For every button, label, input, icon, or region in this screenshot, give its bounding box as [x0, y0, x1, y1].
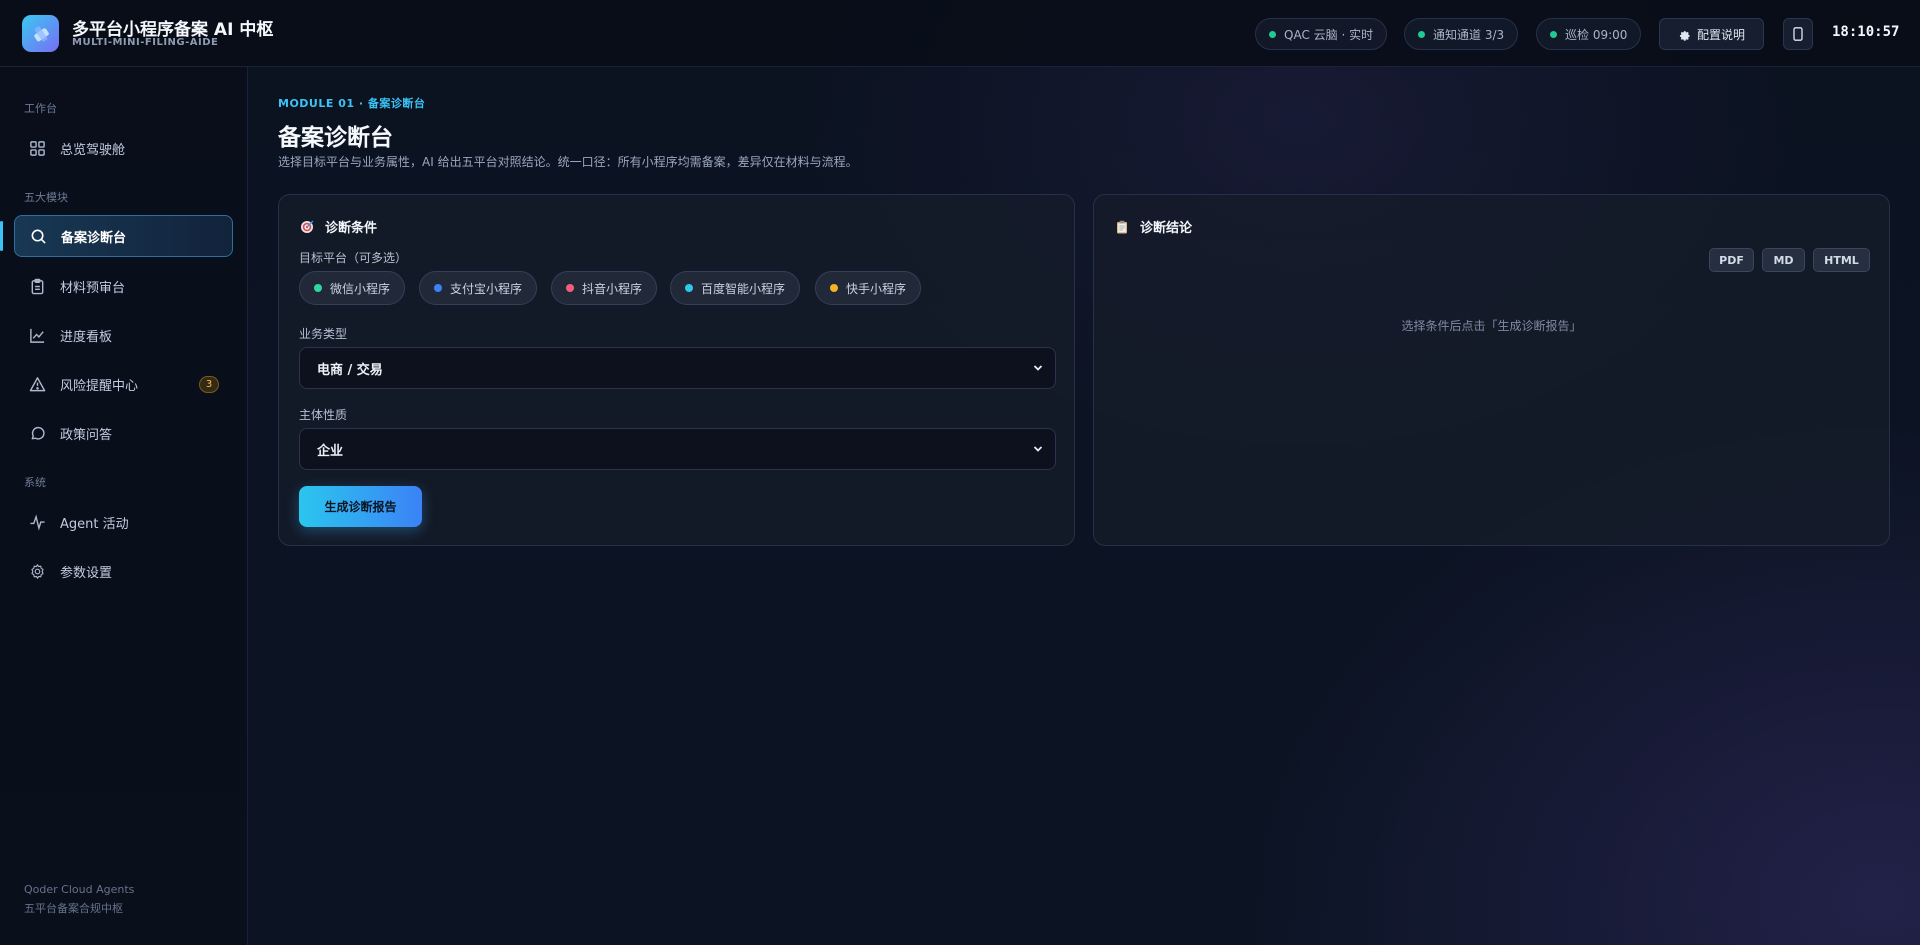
app-subtitle: MULTI-MINI-FILING-AIDE — [72, 37, 219, 48]
export-html-button[interactable]: HTML — [1813, 248, 1870, 272]
sidebar-item-policy-qa[interactable]: 政策问答 — [14, 412, 233, 454]
business-type-select[interactable]: 电商 / 交易 — [299, 347, 1056, 389]
warning-icon — [28, 375, 46, 393]
export-md-button[interactable]: MD — [1762, 248, 1805, 272]
platform-chip-alipay[interactable]: 支付宝小程序 — [419, 271, 538, 305]
sidebar-footer-line2: 五平台备案合规中枢 — [24, 902, 123, 915]
export-pdf-button[interactable]: PDF — [1709, 248, 1754, 272]
platform-chip-baidu[interactable]: 百度智能小程序 — [670, 271, 801, 305]
sidebar-item-agent-activity[interactable]: Agent 活动 — [14, 501, 233, 543]
gear-icon — [28, 562, 46, 580]
platform-dot-icon — [685, 284, 693, 292]
status-dot-icon — [1418, 30, 1425, 38]
platform-chip-wechat[interactable]: 微信小程序 — [299, 271, 406, 305]
page-title: 备案诊断台 — [278, 125, 393, 151]
status-dot-icon — [1269, 30, 1276, 38]
entity-type-label: 主体性质 — [299, 408, 348, 422]
status-pill-label: QAC 云脑 · 实时 — [1284, 27, 1374, 42]
activity-icon — [28, 513, 46, 531]
sidebar-footer-line1: Qoder Cloud Agents — [24, 883, 135, 896]
platform-chip-label: 抖音小程序 — [582, 281, 643, 296]
business-type-value: 电商 / 交易 — [317, 362, 383, 378]
sidebar-item-label: 政策问答 — [60, 427, 113, 443]
conditions-title-text: 诊断条件 — [325, 221, 378, 236]
page-description: 选择目标平台与业务属性，AI 给出五平台对照结论。统一口径：所有小程序均需备案，… — [278, 155, 858, 169]
sidebar-item-label: Agent 活动 — [60, 516, 129, 532]
platform-dot-icon — [566, 284, 574, 292]
chevron-down-icon — [1031, 442, 1045, 460]
sidebar-section-workspace: 工作台 — [24, 102, 57, 115]
conditions-card-title: 诊断条件 — [299, 217, 377, 236]
platform-dot-icon — [434, 284, 442, 292]
module-eyebrow: MODULE 01 · 备案诊断台 — [278, 97, 426, 110]
platform-chip-label: 百度智能小程序 — [701, 281, 786, 296]
sidebar-item-label: 参数设置 — [60, 565, 113, 581]
clock: 18:10:57 — [1832, 24, 1900, 40]
sidebar-item-risk[interactable]: 风险提醒中心 3 — [14, 363, 233, 405]
status-pill-qac[interactable]: QAC 云脑 · 实时 — [1255, 18, 1388, 50]
mobile-preview-button[interactable] — [1783, 18, 1813, 50]
risk-count-badge: 3 — [199, 376, 219, 393]
platform-chip-douyin[interactable]: 抖音小程序 — [551, 271, 658, 305]
platform-chip-kuaishou[interactable]: 快手小程序 — [815, 271, 922, 305]
platform-dot-icon — [830, 284, 838, 292]
gear-icon — [1678, 28, 1691, 41]
empty-state-hint: 选择条件后点击「生成诊断报告」 — [1401, 319, 1582, 333]
status-pill-label: 通知通道 3/3 — [1433, 27, 1505, 42]
top-bar: 多平台小程序备案 AI 中枢 MULTI-MINI-FILING-AIDE QA… — [0, 0, 1920, 67]
platform-label: 目标平台（可多选） — [299, 251, 408, 265]
platform-chip-label: 快手小程序 — [846, 281, 907, 296]
sidebar-item-label: 进度看板 — [60, 329, 113, 345]
result-card-title: 诊断结论 — [1114, 217, 1192, 236]
result-card: 诊断结论 PDF MD HTML 选择条件后点击「生成诊断报告」 — [1093, 194, 1890, 546]
sidebar-item-materials[interactable]: 材料预审台 — [14, 265, 233, 307]
config-help-button[interactable]: 配置说明 — [1659, 18, 1764, 50]
sidebar-item-label: 材料预审台 — [60, 280, 126, 296]
phone-icon — [1793, 27, 1803, 41]
status-pill-label: 巡检 09:00 — [1565, 27, 1628, 42]
generate-report-button[interactable]: 生成诊断报告 — [299, 486, 422, 527]
platform-chip-label: 支付宝小程序 — [450, 281, 523, 296]
clipboard-icon — [1114, 219, 1130, 235]
config-help-label: 配置说明 — [1696, 27, 1745, 42]
target-icon — [299, 219, 315, 235]
platform-dot-icon — [314, 284, 322, 292]
sidebar-section-system: 系统 — [24, 476, 46, 489]
grid-icon — [28, 139, 46, 157]
app-logo — [22, 15, 59, 52]
search-icon — [29, 227, 47, 245]
sidebar-item-label: 备案诊断台 — [61, 230, 127, 246]
clipboard-icon — [28, 277, 46, 295]
business-type-label: 业务类型 — [299, 327, 348, 341]
sidebar-item-overview[interactable]: 总览驾驶舱 — [14, 127, 233, 169]
active-indicator — [0, 221, 3, 251]
chat-bubble-icon — [28, 424, 46, 442]
sidebar-item-label: 总览驾驶舱 — [60, 142, 126, 158]
sidebar-item-label: 风险提醒中心 — [60, 378, 139, 394]
sidebar-item-settings[interactable]: 参数设置 — [14, 550, 233, 592]
conditions-card: 诊断条件 目标平台（可多选） 微信小程序 支付宝小程序 抖音小程序 百度智能小程… — [278, 194, 1075, 546]
sidebar-section-modules: 五大模块 — [24, 191, 68, 204]
sidebar-item-progress[interactable]: 进度看板 — [14, 314, 233, 356]
entity-type-value: 企业 — [317, 443, 344, 459]
chart-line-icon — [28, 326, 46, 344]
platform-chip-label: 微信小程序 — [330, 281, 391, 296]
chevron-down-icon — [1031, 361, 1045, 379]
status-dot-icon — [1550, 30, 1557, 38]
status-pill-patrol[interactable]: 巡检 09:00 — [1536, 18, 1642, 50]
result-title-text: 诊断结论 — [1140, 221, 1193, 236]
sidebar-item-diagnosis[interactable]: 备案诊断台 — [14, 215, 233, 257]
status-pill-notify[interactable]: 通知通道 3/3 — [1404, 18, 1519, 50]
entity-type-select[interactable]: 企业 — [299, 428, 1056, 470]
